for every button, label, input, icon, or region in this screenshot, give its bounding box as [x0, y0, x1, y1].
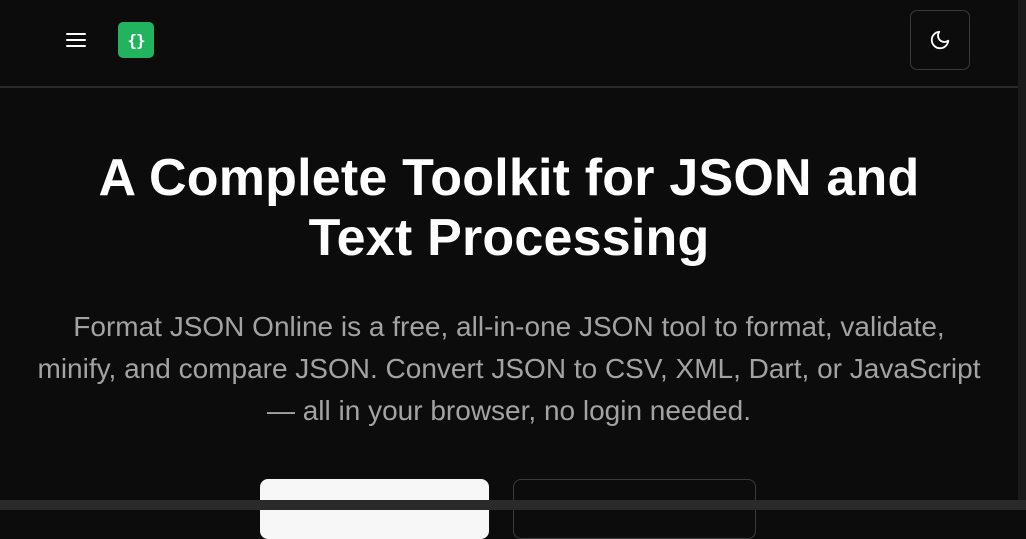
theme-toggle-button[interactable]	[910, 10, 970, 70]
top-navbar: {}	[0, 0, 1018, 88]
horizontal-scrollbar[interactable]	[0, 500, 1026, 510]
logo-text: {}	[127, 30, 145, 50]
menu-button[interactable]	[56, 22, 96, 58]
hero-title: A Complete Toolkit for JSON and Text Pro…	[98, 149, 920, 267]
moon-icon	[930, 30, 950, 50]
app-logo[interactable]: {}	[118, 22, 154, 58]
hero-subtitle: Format JSON Online is a free, all-in-one…	[37, 311, 981, 426]
hamburger-menu-icon	[66, 33, 86, 47]
scrollbar[interactable]	[1018, 0, 1026, 510]
